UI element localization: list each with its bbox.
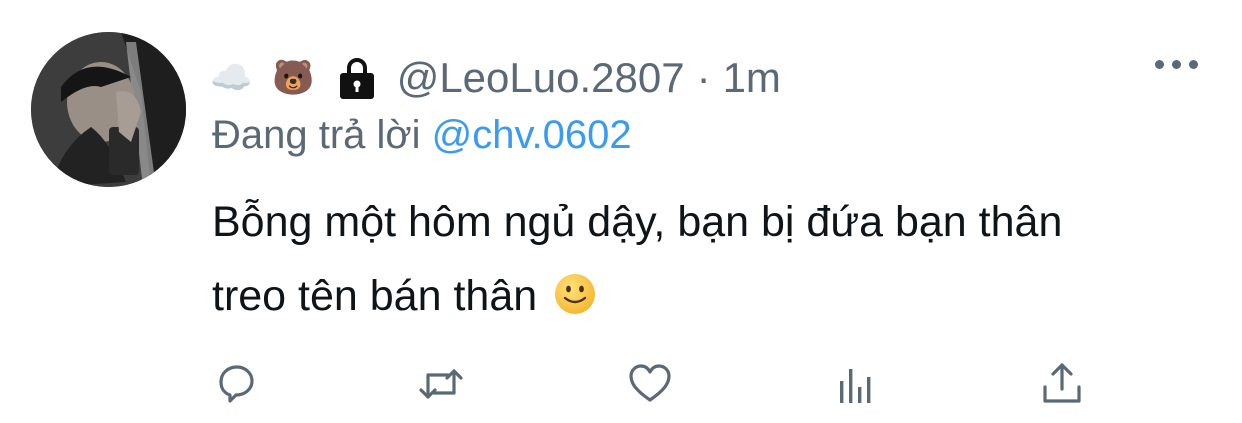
reply-button[interactable] [213,361,263,411]
timestamp[interactable]: 1m [723,54,781,102]
bear-icon: 🐻 [272,59,315,97]
reply-mention-link[interactable]: @chv.0602 [432,113,632,157]
retweet-button[interactable] [418,361,468,411]
analytics-icon [840,369,871,403]
separator-dot: · [696,54,711,101]
lock-icon [335,56,379,100]
share-button[interactable] [1039,361,1089,411]
tweet-text-line-1: Bỗng một hôm ngủ dậy, bạn bị đứa bạn thâ… [212,198,1063,246]
reply-icon [219,365,254,403]
cloud-icon: ☁️ [210,59,253,97]
smiley-icon [553,265,597,314]
tweet-header: ☁️ 🐻 @LeoLuo.2807 · 1m [210,48,781,108]
tweet-text-line-2: treo tên bán thân [212,259,1202,333]
more-options-icon[interactable] [1155,60,1198,69]
analytics-button[interactable] [833,361,883,411]
avatar-photo [31,32,186,187]
user-handle[interactable]: @LeoLuo.2807 [397,54,685,102]
avatar[interactable] [31,32,186,187]
share-icon [1043,363,1081,403]
like-icon [629,364,671,402]
tweet-text-line-2-text: treo tên bán thân [212,272,538,320]
reply-prefix: Đang trả lời [212,113,421,157]
retweet-icon [419,369,463,399]
tweet-actions [213,361,1093,411]
tweet-text: Bỗng một hôm ngủ dậy, bạn bị đứa bạn thâ… [212,185,1202,333]
reply-context: Đang trả lời @chv.0602 [212,113,632,158]
like-button[interactable] [627,361,677,411]
